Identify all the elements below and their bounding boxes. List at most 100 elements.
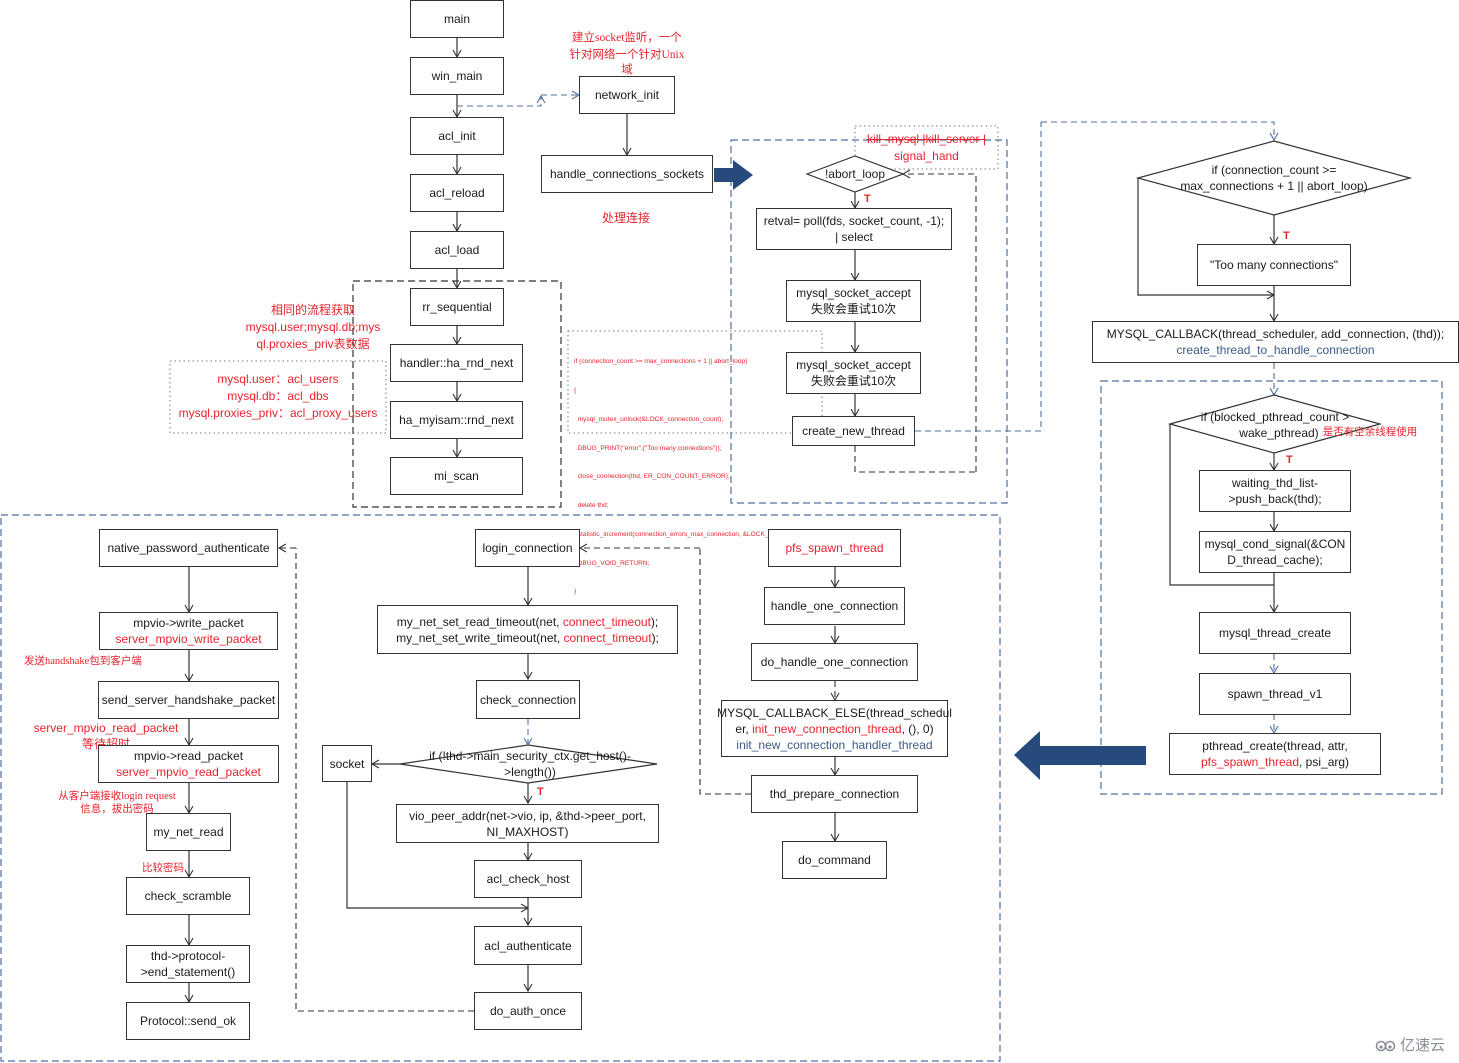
note-line: 域 xyxy=(621,64,633,76)
node-callback-else: MYSQL_CALLBACK_ELSE(thread_schedul er, i… xyxy=(717,700,952,757)
node-label: pfs_spawn_thread, psi_arg) xyxy=(1201,754,1349,770)
note-line: kill_mysql |kill_server | xyxy=(867,132,986,146)
node-mysql-callback: MYSQL_CALLBACK(thread_scheduler, add_con… xyxy=(1092,321,1459,363)
node-too-many-connections: "Too many connections" xyxy=(1197,244,1351,286)
node-label: server_mpvio_read_packet xyxy=(116,765,261,779)
node-label: spawn_thread_v1 xyxy=(1227,687,1323,701)
node-label: win_main xyxy=(431,69,483,83)
node-label-part: , psi_arg) xyxy=(1299,755,1350,769)
node-write-packet: mpvio->write_packet server_mpvio_write_p… xyxy=(99,612,278,650)
node-label-part: ); xyxy=(650,614,659,629)
code-line: delete thd; xyxy=(574,502,609,510)
node-acl-init: acl_init xyxy=(410,117,504,155)
node-network-init: network_init xyxy=(579,76,675,114)
node-label: login_connection xyxy=(482,541,573,555)
node-label: handler::ha_rnd_next xyxy=(399,356,514,370)
node-label: rr_sequential xyxy=(422,300,492,314)
node-label: my_net_set_read_timeout(net, connect_tim… xyxy=(397,614,659,630)
node-label: Protocol::send_ok xyxy=(139,1014,237,1028)
node-do-auth-once: do_auth_once xyxy=(474,992,582,1030)
node-send-ok: Protocol::send_ok xyxy=(126,1002,250,1040)
node-label: NI_MAXHOST) xyxy=(486,824,569,839)
cond-line: >length()) xyxy=(504,765,556,779)
acl-same-flow-note: 相同的流程获取 mysql.user;mysql.db;mys ql.proxi… xyxy=(238,302,388,353)
node-label: main xyxy=(443,12,470,26)
handle-note: 处理连接 xyxy=(601,211,650,225)
node-label: server_mpvio_write_packet xyxy=(115,632,262,646)
node-label: mysql_socket_accept xyxy=(796,286,911,300)
host-cond-label: if (!thd->main_security_ctx.get_host()- … xyxy=(410,748,650,780)
code-line: DBUG_VOID_RETURN; xyxy=(574,559,650,567)
node-end-statement: thd->protocol- >end_statement() xyxy=(126,945,250,983)
node-label: network_init xyxy=(594,88,660,102)
note-line: ql.proxies_priv表数据 xyxy=(256,337,370,351)
node-check-connection: check_connection xyxy=(476,680,580,719)
node-rr-sequential: rr_sequential xyxy=(410,288,504,326)
code-line: statistic_increment(connection_errors_ma… xyxy=(574,530,791,538)
node-net-timeouts: my_net_set_read_timeout(net, connect_tim… xyxy=(377,605,678,654)
note-line: 相同的流程获取 xyxy=(270,303,355,317)
note-line: signal_hand xyxy=(894,149,959,163)
node-label: mpvio->read_packet xyxy=(133,749,244,763)
idle-thread-note: 是否有空余线程使用 xyxy=(1322,427,1418,438)
node-login-connection: login_connection xyxy=(475,529,580,567)
node-do-command: do_command xyxy=(782,841,887,879)
cloud-logo-icon xyxy=(1375,1040,1396,1051)
code-line: mysql_mutex_unlock(&LOCK_connection_coun… xyxy=(574,415,724,423)
node-label: 失败会重试10次 xyxy=(810,374,897,388)
node-label: create_new_thread xyxy=(802,424,905,438)
node-label: acl_init xyxy=(438,129,476,143)
connection-count-cond-label: if (connection_count >= max_connections … xyxy=(1150,162,1398,194)
node-label-part: my_net_set_write_timeout(net, xyxy=(396,630,564,645)
node-pfs-spawn-thread: pfs_spawn_thread xyxy=(768,529,901,567)
node-mi-scan: mi_scan xyxy=(390,457,523,495)
node-label-part: , (), 0) xyxy=(901,721,934,736)
note-line: mysql.user;mysql.db;mys xyxy=(245,320,381,334)
note-line: 建立socket监听，一个 xyxy=(572,32,682,44)
node-acl-reload: acl_reload xyxy=(410,174,504,212)
true-mark: T xyxy=(1283,230,1290,242)
kill-note: kill_mysql |kill_server | signal_hand xyxy=(855,131,998,165)
node-acl-authenticate: acl_authenticate xyxy=(474,926,582,965)
node-mysql-thread-create: mysql_thread_create xyxy=(1199,612,1351,654)
node-label: MYSQL_CALLBACK(thread_scheduler, add_con… xyxy=(1106,327,1445,341)
note-line: mysql.proxies_priv：acl_proxy_users xyxy=(178,406,378,420)
node-label: handle_connections_sockets xyxy=(549,167,705,181)
node-label: "Too many connections" xyxy=(1210,258,1338,272)
watermark-text: 亿速云 xyxy=(1399,1037,1445,1054)
highlight-text: init_new_connection_thread xyxy=(752,721,902,736)
node-handle-connections-sockets: handle_connections_sockets xyxy=(541,155,713,193)
node-label: | select xyxy=(835,230,873,244)
node-thd-prepare-connection: thd_prepare_connection xyxy=(751,775,918,813)
node-check-scramble: check_scramble xyxy=(126,877,250,915)
node-pthread-create: pthread_create(thread, attr, pfs_spawn_t… xyxy=(1169,733,1381,775)
big-arrow-right xyxy=(714,160,753,190)
code-snippet: if (connection_count >= max_connections … xyxy=(574,338,790,607)
node-acl-check-host: acl_check_host xyxy=(474,860,582,898)
node-native-password-authenticate: native_password_authenticate xyxy=(99,529,278,567)
node-label: >end_statement() xyxy=(140,965,236,979)
node-label: thd->protocol- xyxy=(150,949,226,963)
node-label: mysql_cond_signal(&CON xyxy=(1204,537,1346,551)
node-do-handle-one-connection: do_handle_one_connection xyxy=(751,643,918,681)
true-mark: T xyxy=(864,193,871,205)
node-label: vio_peer_addr(net->vio, ip, &thd->peer_p… xyxy=(409,808,646,823)
node-label: D_thread_cache); xyxy=(1227,553,1323,567)
highlight-text: connect_timeout xyxy=(563,630,652,645)
node-cond-signal: mysql_cond_signal(&CON D_thread_cache); xyxy=(1199,531,1351,573)
node-label: waiting_thd_list- xyxy=(1231,476,1319,490)
node-label: acl_authenticate xyxy=(484,938,572,953)
node-label: mysql_socket_accept xyxy=(796,358,911,372)
node-label: thd_prepare_connection xyxy=(769,787,900,801)
node-label-part: er, xyxy=(735,721,753,736)
node-create-new-thread: create_new_thread xyxy=(792,416,915,446)
node-label: do_auth_once xyxy=(489,1004,567,1018)
abort-loop-label: !abort_loop xyxy=(824,167,886,181)
node-label: 失败会重试10次 xyxy=(810,302,897,316)
node-main: main xyxy=(410,0,504,38)
node-send-server-handshake-packet: send_server_handshake_packet xyxy=(98,681,279,719)
cond-line: if (!thd->main_security_ctx.get_host()- xyxy=(429,749,631,763)
node-label: acl_load xyxy=(434,243,480,257)
node-label: do_handle_one_connection xyxy=(760,655,909,669)
node-vio-peer-addr: vio_peer_addr(net->vio, ip, &thd->peer_p… xyxy=(396,804,659,843)
